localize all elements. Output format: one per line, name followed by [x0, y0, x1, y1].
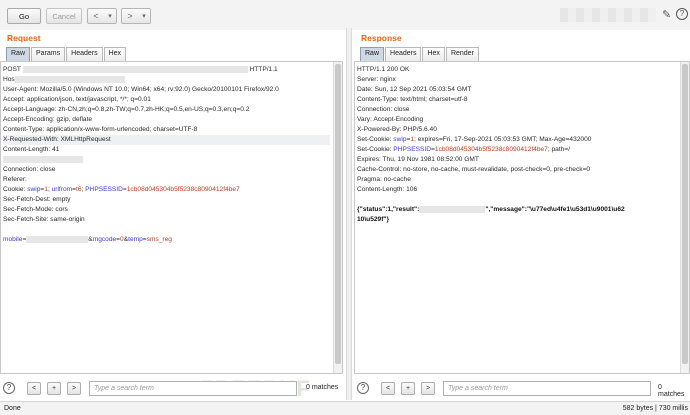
request-line	[3, 155, 330, 165]
chevron-right-icon: >	[127, 11, 133, 21]
response-title: Response	[361, 33, 402, 43]
request-editor[interactable]: POST HTTP/1.1 Hos User-Agent: Mozilla/5.…	[0, 61, 343, 374]
response-tabs: Raw Headers Hex Render	[360, 47, 479, 61]
request-line: User-Agent: Mozilla/5.0 (Windows NT 10.0…	[3, 86, 279, 93]
response-line: Date: Sun, 12 Sep 2021 05:03:54 GMT	[357, 86, 472, 93]
request-line: Sec-Fetch-Site: same-origin	[3, 216, 85, 223]
chevron-down-icon: ▾	[108, 13, 112, 20]
set-cookie-line: Set-Cookie: PHPSESSID=1cb08d045304b5f523…	[357, 146, 571, 153]
request-tabs: Raw Params Headers Hex	[6, 47, 127, 61]
response-body-line: 10\u529f"}	[357, 216, 390, 223]
response-line	[357, 195, 677, 205]
help-icon[interactable]: ?	[357, 382, 369, 394]
tab-hex[interactable]: Hex	[422, 47, 445, 61]
help-icon[interactable]: ?	[676, 8, 688, 20]
tab-hex[interactable]: Hex	[103, 47, 127, 61]
scroll-thumb[interactable]	[682, 64, 688, 364]
panel-splitter[interactable]	[346, 28, 352, 400]
match-count: 0 matches	[306, 384, 339, 391]
response-line: Content-Length: 106	[357, 186, 418, 193]
response-line: HTTP/1.1 200 OK	[357, 66, 410, 73]
tab-headers[interactable]: Headers	[66, 47, 103, 61]
request-line: Accept: application/json, text/javascrip…	[3, 96, 151, 103]
request-line: POST HTTP/1.1	[3, 65, 278, 73]
response-editor[interactable]: HTTP/1.1 200 OK Server: nginx Date: Sun,…	[354, 61, 690, 374]
request-line: Connection: close	[3, 166, 56, 173]
set-cookie-line: Set-Cookie: swip=1; expires=Fri, 17-Sep-…	[357, 136, 592, 143]
tab-raw[interactable]: Raw	[360, 47, 385, 61]
response-size: 582 bytes | 730 millis	[622, 405, 688, 412]
search-prev-button[interactable]: <	[27, 382, 41, 395]
response-line: Connection: close	[357, 106, 410, 113]
redacted-block	[3, 155, 83, 163]
redacted-block	[26, 235, 89, 243]
scroll-thumb[interactable]	[335, 64, 341, 364]
redacted-block	[14, 75, 125, 83]
search-input[interactable]: Type a search term	[89, 381, 297, 396]
response-line: Server: nginx	[357, 76, 396, 83]
tab-headers[interactable]: Headers	[385, 47, 422, 61]
chevron-left-icon: <	[93, 11, 99, 21]
request-line: Content-Length: 41	[3, 146, 60, 153]
forward-button[interactable]: > ▾	[121, 8, 151, 24]
search-add-button[interactable]: +	[401, 382, 415, 395]
request-line: Sec-Fetch-Dest: empty	[3, 196, 71, 203]
chevron-down-icon: ▾	[142, 13, 146, 20]
status-text: Done	[4, 405, 21, 412]
request-line: Hos	[3, 75, 330, 85]
redacted-block	[419, 205, 486, 213]
request-scrollbar[interactable]	[333, 62, 342, 373]
response-line: Content-Type: text/html; charset=utf-8	[357, 96, 468, 103]
response-line: X-Powered-By: PHP/5.6.40	[357, 126, 437, 133]
request-title: Request	[7, 33, 41, 43]
response-line: Pragma: no-cache	[357, 176, 411, 183]
tab-params[interactable]: Params	[31, 47, 66, 61]
search-next-button[interactable]: >	[421, 382, 435, 395]
edit-target-icon[interactable]: ✎	[662, 8, 671, 21]
request-line: X-Requested-With: XMLHttpRequest	[3, 135, 330, 145]
response-body-line: {"status":1,"result": ","message":"\u77ed…	[357, 205, 625, 213]
response-line: Cache-Control: no-store, no-cache, must-…	[357, 166, 591, 173]
toolbar: Go Cancel < ▾ > ▾ ✎ ?	[0, 0, 690, 30]
request-line	[3, 225, 330, 235]
search-next-button[interactable]: >	[67, 382, 81, 395]
search-input[interactable]: Type a search term	[443, 381, 651, 396]
response-scrollbar[interactable]	[680, 62, 689, 373]
search-prev-button[interactable]: <	[381, 382, 395, 395]
request-line: Accept-Language: zh-CN,zh;q=0.8,zh-TW;q=…	[3, 106, 250, 113]
request-line: Accept-Encoding: gzip, deflate	[3, 116, 93, 123]
redacted-block	[22, 65, 248, 73]
help-icon[interactable]: ?	[3, 382, 15, 394]
cancel-button[interactable]: Cancel	[46, 8, 82, 24]
response-line: Expires: Thu, 19 Nov 1981 08:52:00 GMT	[357, 156, 479, 163]
cookie-line: Cookie: swip=1; urlfrom=t6; PHPSESSID=1c…	[3, 186, 240, 193]
go-button[interactable]: Go	[7, 8, 41, 24]
search-add-button[interactable]: +	[47, 382, 61, 395]
status-bar: Done 582 bytes | 730 millis	[0, 401, 690, 415]
request-line: Referer:	[3, 176, 27, 183]
request-line: Content-Type: application/x-www-form-url…	[3, 126, 198, 133]
body-line: mobile= &mgcode=0&temp=sms_reg	[3, 235, 172, 243]
request-line: Sec-Fetch-Mode: cors	[3, 206, 68, 213]
tab-raw[interactable]: Raw	[6, 47, 31, 61]
response-line: Vary: Accept-Encoding	[357, 116, 424, 123]
match-count: 0 matches	[658, 384, 685, 398]
tab-render[interactable]: Render	[445, 47, 479, 61]
target-redacted	[560, 8, 656, 22]
back-button[interactable]: < ▾	[87, 8, 117, 24]
